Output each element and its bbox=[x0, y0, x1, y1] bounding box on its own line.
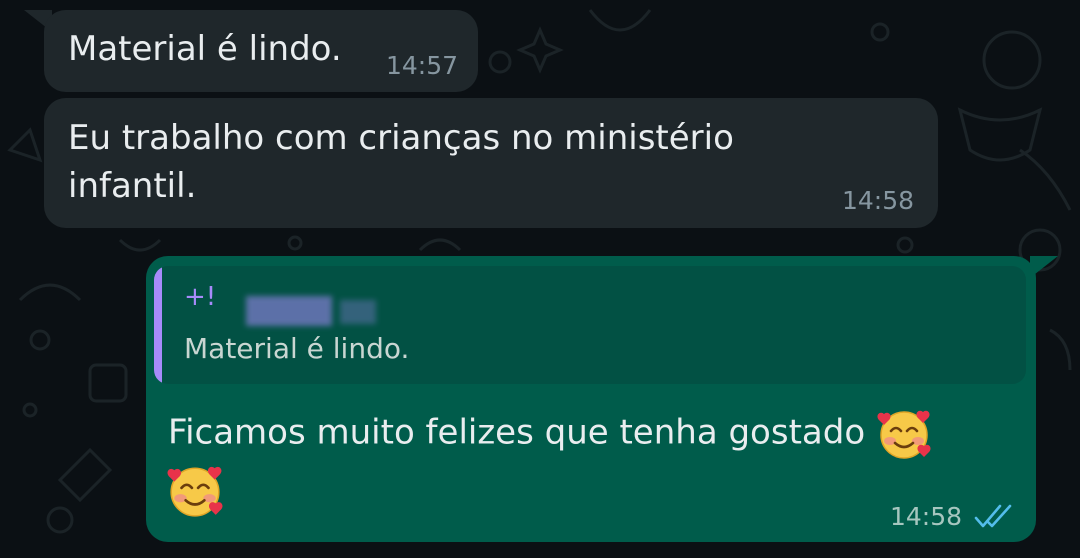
message-time: 14:58 bbox=[842, 186, 915, 215]
message-time: 14:58 bbox=[890, 502, 963, 531]
smiling-face-with-hearts-icon bbox=[877, 410, 931, 459]
message-text-line-1: Eu trabalho com crianças no ministério bbox=[68, 118, 734, 158]
incoming-message[interactable]: Eu trabalho com crianças no ministério i… bbox=[44, 98, 938, 228]
message-text-line-2: infantil. bbox=[68, 166, 197, 206]
incoming-message[interactable]: Material é lindo. 14:57 bbox=[44, 10, 478, 92]
quoted-message[interactable]: +! Material é lindo. bbox=[154, 266, 1026, 384]
message-text-line-1: Ficamos muito felizes que tenha gostado bbox=[168, 406, 932, 462]
quoted-text: Material é lindo. bbox=[184, 332, 410, 365]
smiling-face-with-hearts-icon bbox=[167, 466, 223, 517]
message-text-line-2 bbox=[166, 462, 224, 520]
quote-accent-bar bbox=[154, 266, 162, 384]
quoted-author: +! bbox=[184, 282, 217, 312]
message-text: Material é lindo. bbox=[68, 29, 342, 69]
message-text: Ficamos muito felizes que tenha gostado bbox=[168, 412, 866, 453]
redacted-phone-number bbox=[246, 296, 332, 326]
outgoing-message[interactable]: +! Material é lindo. Ficamos muito feliz… bbox=[146, 256, 1036, 542]
redacted-phone-number bbox=[340, 300, 376, 324]
message-time: 14:57 bbox=[386, 51, 459, 80]
read-receipt-icon bbox=[974, 504, 1012, 528]
